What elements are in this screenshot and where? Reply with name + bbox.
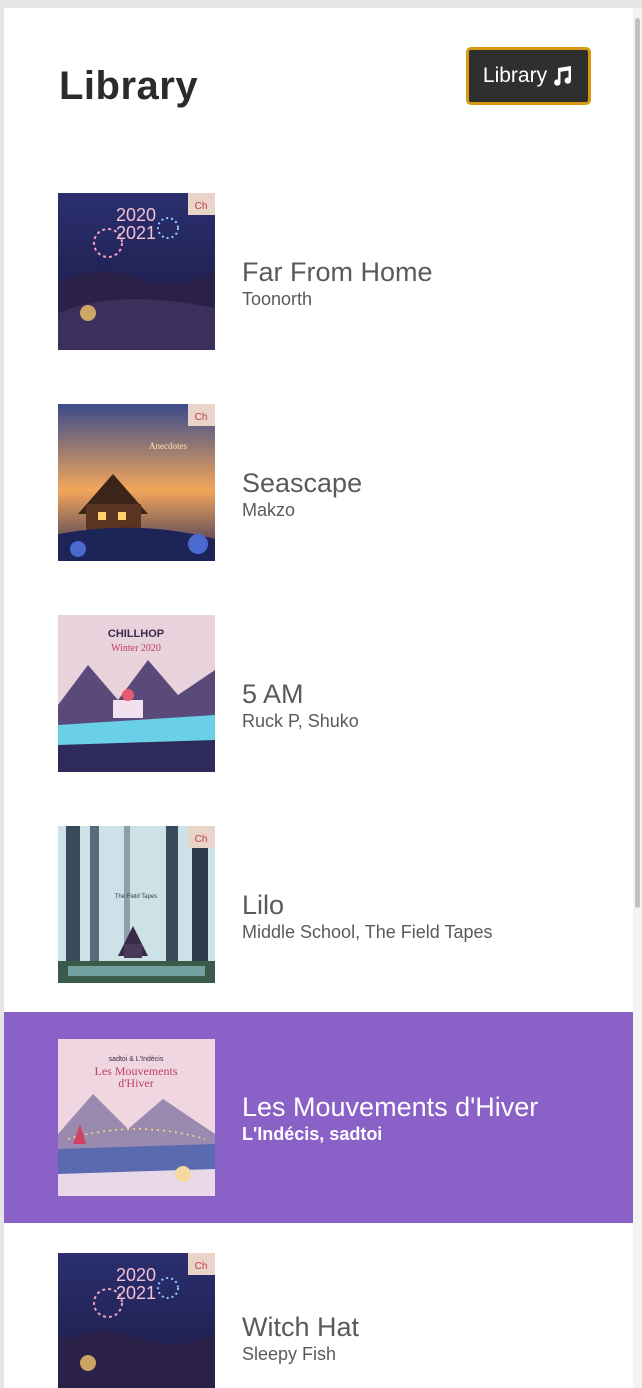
album-cover-forest-tapes: The Field Tapes Ch (58, 826, 215, 983)
song-title: Seascape (242, 468, 363, 498)
song-row[interactable]: The Field Tapes Ch Lilo Middle School, T… (4, 801, 633, 1012)
svg-text:2020: 2020 (116, 205, 156, 225)
svg-text:The Field Tapes: The Field Tapes (115, 894, 158, 900)
library-button[interactable]: Library (466, 47, 591, 105)
song-text: Seascape Makzo (242, 467, 362, 521)
song-artist: Makzo (242, 500, 296, 520)
song-artist: L'Indécis, sadtoi (242, 1124, 383, 1144)
svg-text:Ch: Ch (195, 412, 208, 423)
song-artist: Toonorth (242, 289, 313, 309)
svg-text:Winter 2020: Winter 2020 (111, 643, 161, 654)
album-cover-mouvements-hiver: sadtoi & L'Indécis Les Mouvements d'Hive… (58, 1039, 215, 1196)
svg-text:Anecdotes: Anecdotes (149, 441, 187, 451)
song-text: Witch Hat Sleepy Fish (242, 1311, 359, 1365)
svg-text:2021: 2021 (116, 223, 156, 243)
album-cover-cabin-sunset: Anecdotes Ch (58, 404, 215, 561)
page-title: Library (59, 64, 199, 108)
song-title: Lilo (242, 890, 285, 920)
svg-text:Ch: Ch (195, 834, 208, 845)
svg-text:Ch: Ch (195, 201, 208, 212)
song-row[interactable]: 2020 2021 Ch Far From Home Toonorth (4, 168, 633, 379)
svg-text:2021: 2021 (116, 1283, 156, 1303)
album-cover-winter-2020: CHILLHOP Winter 2020 (58, 615, 215, 772)
svg-text:d'Hiver: d'Hiver (118, 1076, 153, 1090)
song-row-selected[interactable]: sadtoi & L'Indécis Les Mouvements d'Hive… (4, 1012, 633, 1223)
library-header: Library Library (4, 8, 633, 168)
song-text: Far From Home Toonorth (242, 256, 433, 310)
song-title: Les Mouvements d'Hiver (242, 1092, 539, 1122)
song-artist: Sleepy Fish (242, 1344, 337, 1364)
svg-text:Ch: Ch (195, 1261, 208, 1272)
song-text: Lilo Middle School, The Field Tapes (242, 889, 492, 943)
song-title: 5 AM (242, 679, 304, 709)
song-title: Far From Home (242, 257, 433, 287)
song-row[interactable]: 2020 2021 Ch Witch Hat Sleepy Fish (4, 1223, 633, 1388)
song-text: Les Mouvements d'Hiver L'Indécis, sadtoi (242, 1091, 538, 1145)
library-panel: Library Library 2020 2021 Ch Far From Ho… (4, 8, 633, 1388)
music-note-icon (550, 64, 574, 88)
svg-text:sadtoi & L'Indécis: sadtoi & L'Indécis (109, 1056, 164, 1063)
album-cover-fireworks: 2020 2021 Ch (58, 193, 215, 350)
song-artist: Ruck P, Shuko (242, 711, 359, 731)
song-title: Witch Hat (242, 1312, 360, 1342)
song-row[interactable]: CHILLHOP Winter 2020 5 AM Ruck P, Shuko (4, 590, 633, 801)
vertical-scrollbar[interactable] (633, 8, 642, 1388)
song-text: 5 AM Ruck P, Shuko (242, 678, 359, 732)
song-artist: Middle School, The Field Tapes (242, 922, 493, 942)
svg-text:CHILLHOP: CHILLHOP (108, 628, 164, 640)
album-cover-fireworks: 2020 2021 Ch (58, 1253, 215, 1388)
library-button-label: Library (482, 64, 548, 87)
song-row[interactable]: Anecdotes Ch Seascape Makzo (4, 379, 633, 590)
scrollbar-thumb[interactable] (635, 18, 640, 908)
svg-text:2020: 2020 (116, 1265, 156, 1285)
